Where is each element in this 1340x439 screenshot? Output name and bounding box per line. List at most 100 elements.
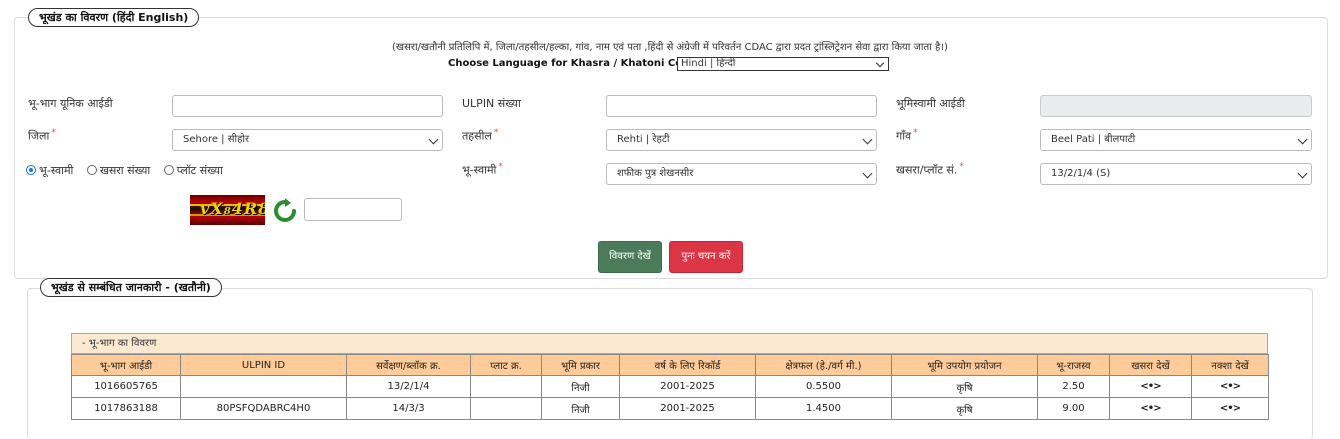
eye-icon[interactable]: <•> — [1140, 381, 1161, 392]
chevron-down-icon — [428, 134, 439, 145]
parcel-id-input[interactable] — [172, 95, 443, 117]
eye-icon[interactable]: <•> — [1140, 403, 1161, 414]
search-type-radio-group: भू-स्वामी खसरा संख्या प्लॉट संख्या — [26, 163, 223, 178]
cell-record-year: 2001-2025 — [619, 397, 756, 420]
required-mark: * — [51, 128, 56, 138]
district-select-value: Sehore | सीहोर — [183, 134, 250, 145]
radio-owner-label[interactable]: भू-स्वामी — [39, 164, 73, 177]
district-label-text: जिला — [28, 129, 50, 143]
col-view-khasra: खसरा देखें — [1109, 354, 1192, 376]
col-record-year: वर्ष के लिए रिकॉर्ड — [619, 354, 756, 376]
table-row: 1017863188 80PSFQDABRC4H0 14/3/3 निजी 20… — [71, 397, 1269, 420]
owner-id-label: भूमिस्वामी आईडी — [896, 97, 965, 110]
view-map-link[interactable]: <•> — [1191, 397, 1269, 420]
captcha-text: vX₈4R8 — [200, 199, 265, 218]
cell-area: 0.5500 — [755, 375, 892, 398]
chevron-down-icon — [862, 168, 873, 179]
col-plot-no: प्लाट क्र. — [470, 354, 542, 376]
radio-khasra-label[interactable]: खसरा संख्या — [100, 164, 150, 177]
cell-parcel-id: 1016605765 — [71, 375, 181, 398]
parcel-id-label: भू-भाग यूनिक आईडी — [28, 97, 113, 110]
required-mark: * — [913, 128, 918, 138]
chevron-down-icon — [862, 134, 873, 145]
parcel-table: भू-भाग आईडी ULPIN ID सर्वेक्षण/ब्लॉक क्र… — [71, 354, 1269, 420]
district-select[interactable]: Sehore | सीहोर — [172, 129, 443, 151]
radio-owner[interactable]: भू-स्वामी — [26, 164, 73, 177]
tehsil-label: तहसील * — [462, 128, 498, 144]
cell-land-type: निजी — [541, 397, 620, 420]
radio-khasra-button[interactable] — [86, 165, 97, 175]
ulpin-input[interactable] — [606, 95, 877, 117]
table-row: 1016605765 13/2/1/4 निजी 2001-2025 0.550… — [71, 375, 1269, 398]
eye-icon[interactable]: <•> — [1220, 403, 1241, 414]
tehsil-select[interactable]: Rehti | रेहटी — [606, 129, 877, 151]
view-khasra-link[interactable]: <•> — [1109, 397, 1192, 420]
language-select-value: Hindi | हिन्दी — [681, 58, 736, 69]
col-ulpin: ULPIN ID — [180, 354, 347, 376]
parcel-details-legend: भूखंड का विवरण (हिंदी English) — [28, 8, 200, 27]
required-mark: * — [493, 128, 499, 138]
khasra-select-value: 13/2/1/4 (S) — [1051, 168, 1111, 179]
cell-revenue: 2.50 — [1037, 375, 1110, 398]
cell-land-use: कृषि — [891, 375, 1038, 398]
tehsil-label-text: तहसील — [462, 129, 492, 143]
view-details-button[interactable]: विवरण देखें — [598, 241, 662, 273]
col-land-type: भूमि प्रकार — [541, 354, 620, 376]
owner-label-text: भू-स्वामी — [462, 163, 497, 177]
view-khasra-link[interactable]: <•> — [1109, 375, 1192, 398]
owner-select-value: शफीक पुत्र शेखनसीर — [617, 168, 694, 179]
transliteration-note: (खसरा/खतौनी प्रतिलिपि में, जिला/तहसील/हल… — [392, 42, 948, 53]
required-mark: * — [498, 162, 503, 172]
owner-label: भू-स्वामी * — [462, 162, 503, 178]
owner-id-input — [1040, 95, 1312, 117]
owner-select[interactable]: शफीक पुत्र शेखनसीर — [606, 163, 877, 185]
village-label: गाँव * — [896, 128, 918, 144]
district-label: जिला * — [28, 128, 56, 144]
cell-survey-no: 14/3/3 — [346, 397, 471, 420]
cell-record-year: 2001-2025 — [619, 375, 756, 398]
radio-plot-label[interactable]: प्लॉट संख्या — [177, 164, 223, 177]
chevron-down-icon — [1297, 168, 1308, 179]
view-map-link[interactable]: <•> — [1191, 375, 1269, 398]
radio-owner-button[interactable] — [26, 165, 36, 175]
col-view-map: नक्शा देखें — [1191, 354, 1269, 376]
khasra-label: खसरा/प्लॉट सं. * — [896, 162, 964, 178]
language-label: Choose Language for Khasra / Khatoni Cop… — [448, 58, 700, 69]
eye-icon[interactable]: <•> — [1220, 381, 1241, 392]
cell-land-type: निजी — [541, 375, 620, 398]
khasra-label-text: खसरा/प्लॉट सं. — [896, 163, 958, 177]
tehsil-select-value: Rehti | रेहटी — [617, 134, 670, 145]
captcha-input[interactable] — [304, 198, 402, 221]
col-land-use: भूमि उपयोग प्रयोजन — [891, 354, 1038, 376]
cell-ulpin — [180, 375, 347, 398]
col-area: क्षेत्रफल (हे./वर्ग मी.) — [755, 354, 892, 376]
radio-khasra[interactable]: खसरा संख्या — [86, 164, 150, 177]
village-select-value: Beel Pati | बीलपाटी — [1051, 134, 1136, 145]
cell-plot-no — [470, 397, 542, 420]
col-parcel-id: भू-भाग आईडी — [71, 354, 181, 376]
radio-plot[interactable]: प्लॉट संख्या — [163, 164, 223, 177]
cell-land-use: कृषि — [891, 397, 1038, 420]
village-label-text: गाँव — [896, 129, 912, 143]
captcha-image: vX₈4R8 — [190, 195, 265, 225]
required-mark: * — [959, 162, 964, 172]
cell-plot-no — [470, 375, 542, 398]
parcel-subheading: - भू-भाग का विवरण — [71, 333, 1268, 354]
reset-button[interactable]: पुनः चयन करें — [669, 241, 743, 273]
ulpin-label: ULPIN संख्या — [462, 97, 521, 110]
refresh-captcha-icon[interactable] — [272, 198, 298, 224]
chevron-down-icon — [875, 58, 885, 68]
col-survey-no: सर्वेक्षण/ब्लॉक क्र. — [346, 354, 471, 376]
khasra-select[interactable]: 13/2/1/4 (S) — [1040, 163, 1312, 185]
table-header-row: भू-भाग आईडी ULPIN ID सर्वेक्षण/ब्लॉक क्र… — [71, 354, 1269, 376]
cell-ulpin: 80PSFQDABRC4H0 — [180, 397, 347, 420]
cell-parcel-id: 1017863188 — [71, 397, 181, 420]
cell-revenue: 9.00 — [1037, 397, 1110, 420]
radio-plot-button[interactable] — [163, 165, 174, 175]
cell-survey-no: 13/2/1/4 — [346, 375, 471, 398]
khatauni-legend: भूखंड से सम्बंधित जानकारी - (खतौनी) — [40, 278, 222, 297]
language-select[interactable]: Hindi | हिन्दी — [677, 57, 889, 71]
village-select[interactable]: Beel Pati | बीलपाटी — [1040, 129, 1312, 151]
chevron-down-icon — [1297, 134, 1308, 145]
cell-area: 1.4500 — [755, 397, 892, 420]
